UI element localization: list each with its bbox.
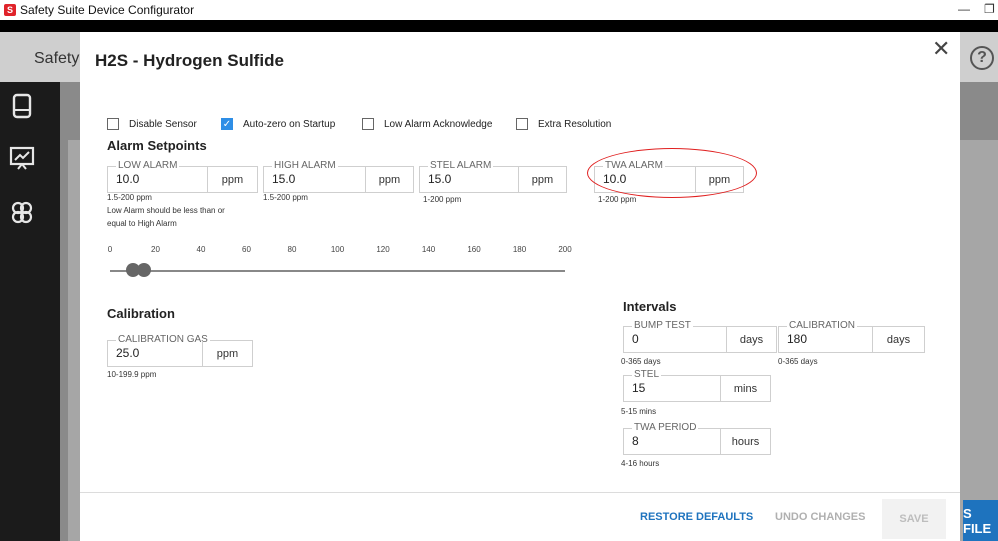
checkbox-box[interactable] [362, 118, 374, 130]
checkmark-icon[interactable]: ✓ [221, 118, 233, 130]
sensor-settings-dialog: H2S - Hydrogen Sulfide ✕ Disable Sensor … [80, 32, 960, 541]
close-icon[interactable]: ✕ [932, 36, 950, 62]
stel-alarm-range: 1-200 ppm [423, 195, 462, 204]
low-alarm-note-line2: equal to High Alarm [107, 219, 177, 228]
twa-alarm-range: 1-200 ppm [598, 195, 637, 204]
extra-resolution-checkbox[interactable]: Extra Resolution [516, 117, 611, 131]
checkbox-label: Auto-zero on Startup [243, 118, 336, 130]
save-button[interactable]: SAVE [882, 499, 946, 539]
checkbox-box[interactable] [107, 118, 119, 130]
calibration-gas-field[interactable]: CALIBRATION GAS 25.0 ppm [107, 334, 253, 367]
app-logo-icon: S [4, 4, 16, 16]
users-icon[interactable] [8, 198, 36, 226]
field-label: TWA PERIOD [632, 422, 699, 433]
twa-period-range: 4-16 hours [621, 459, 660, 468]
slider-scale-tick: 80 [287, 245, 297, 254]
checkbox-label: Disable Sensor [129, 118, 197, 130]
calibration-gas-range: 10-199.9 ppm [107, 370, 157, 379]
annotation-ellipse [587, 148, 757, 198]
field-unit: ppm [365, 167, 413, 192]
field-label: BUMP TEST [632, 320, 693, 331]
disable-sensor-checkbox[interactable]: Disable Sensor [107, 117, 197, 131]
field-value[interactable]: 15.0 [428, 172, 451, 186]
alarm-setpoints-heading: Alarm Setpoints [107, 138, 207, 153]
high-alarm-field[interactable]: HIGH ALARM 15.0 ppm [263, 160, 414, 193]
field-unit: mins [720, 376, 770, 401]
stel-interval-field[interactable]: STEL 15 mins [623, 369, 771, 402]
calibration-interval-field[interactable]: CALIBRATION 180 days [778, 320, 925, 353]
stel-alarm-field[interactable]: STEL ALARM 15.0 ppm [419, 160, 567, 193]
calibration-heading: Calibration [107, 306, 175, 321]
slider-scale-tick: 160 [467, 245, 481, 254]
app-sidebar [0, 82, 60, 541]
minimize-button[interactable]: — [958, 2, 970, 16]
slider-scale-tick: 180 [512, 245, 527, 254]
calibration-interval-range: 0-365 days [778, 357, 818, 366]
field-label: LOW ALARM [116, 160, 180, 171]
checkbox-label: Extra Resolution [538, 118, 612, 130]
restore-button[interactable]: ❐ [984, 2, 995, 16]
low-alarm-range: 1.5-200 ppm [107, 193, 152, 202]
chart-icon[interactable] [8, 144, 36, 172]
field-label: STEL ALARM [428, 160, 494, 171]
undo-changes-button[interactable]: UNDO CHANGES [775, 511, 865, 523]
slider-scale-tick: 0 [107, 245, 113, 254]
high-alarm-slider-handle[interactable] [137, 263, 152, 277]
field-unit: hours [720, 429, 770, 454]
bump-test-range: 0-365 days [621, 357, 661, 366]
field-unit: ppm [518, 167, 566, 192]
slider-scale-tick: 20 [151, 245, 160, 254]
dialog-title: H2S - Hydrogen Sulfide [95, 51, 284, 70]
stel-interval-range: 5-15 mins [621, 407, 657, 416]
field-value[interactable]: 180 [787, 332, 807, 346]
footer-divider [80, 492, 960, 493]
field-value[interactable]: 15.0 [272, 172, 295, 186]
files-button[interactable]: S FILE [963, 500, 998, 541]
alarm-range-slider-track[interactable] [110, 270, 565, 272]
field-value[interactable]: 25.0 [116, 346, 139, 360]
field-unit: days [872, 327, 924, 352]
field-unit: days [726, 327, 776, 352]
field-label: STEL [632, 369, 662, 380]
field-unit: ppm [202, 341, 252, 366]
slider-scale-tick: 100 [330, 245, 345, 254]
help-icon[interactable]: ? [970, 46, 994, 70]
slider-scale-tick: 120 [376, 245, 390, 254]
window-titlebar: S Safety Suite Device Configurator — ❐ [0, 0, 998, 20]
auto-zero-checkbox[interactable]: ✓ Auto-zero on Startup [221, 117, 335, 131]
field-value[interactable]: 8 [632, 434, 639, 448]
slider-scale-tick: 40 [196, 245, 206, 254]
field-value[interactable]: 15 [632, 381, 645, 395]
twa-period-field[interactable]: TWA PERIOD 8 hours [623, 422, 771, 455]
checkbox-label: Low Alarm Acknowledge [384, 118, 493, 130]
device-icon[interactable] [8, 92, 36, 120]
window-title: Safety Suite Device Configurator [20, 3, 195, 17]
intervals-heading: Intervals [623, 299, 677, 314]
slider-scale-tick: 140 [421, 245, 436, 254]
slider-scale-tick: 60 [242, 245, 251, 254]
bump-test-field[interactable]: BUMP TEST 0 days [623, 320, 777, 353]
app-page-title: Safety [34, 50, 80, 67]
restore-defaults-button[interactable]: RESTORE DEFAULTS [640, 511, 753, 523]
top-dark-bar [0, 20, 998, 32]
low-alarm-field[interactable]: LOW ALARM 10.0 ppm [107, 160, 258, 193]
field-value[interactable]: 10.0 [116, 172, 139, 186]
field-label: HIGH ALARM [272, 160, 338, 171]
low-alarm-acknowledge-checkbox[interactable]: Low Alarm Acknowledge [362, 117, 492, 131]
checkbox-box[interactable] [516, 118, 528, 130]
high-alarm-range: 1.5-200 ppm [263, 193, 308, 202]
field-value[interactable]: 0 [632, 332, 639, 346]
low-alarm-note-line1: Low Alarm should be less than or [107, 206, 225, 215]
field-unit: ppm [207, 167, 257, 192]
field-label: CALIBRATION [787, 320, 857, 331]
slider-scale-tick: 200 [558, 245, 572, 254]
field-label: CALIBRATION GAS [116, 334, 210, 345]
